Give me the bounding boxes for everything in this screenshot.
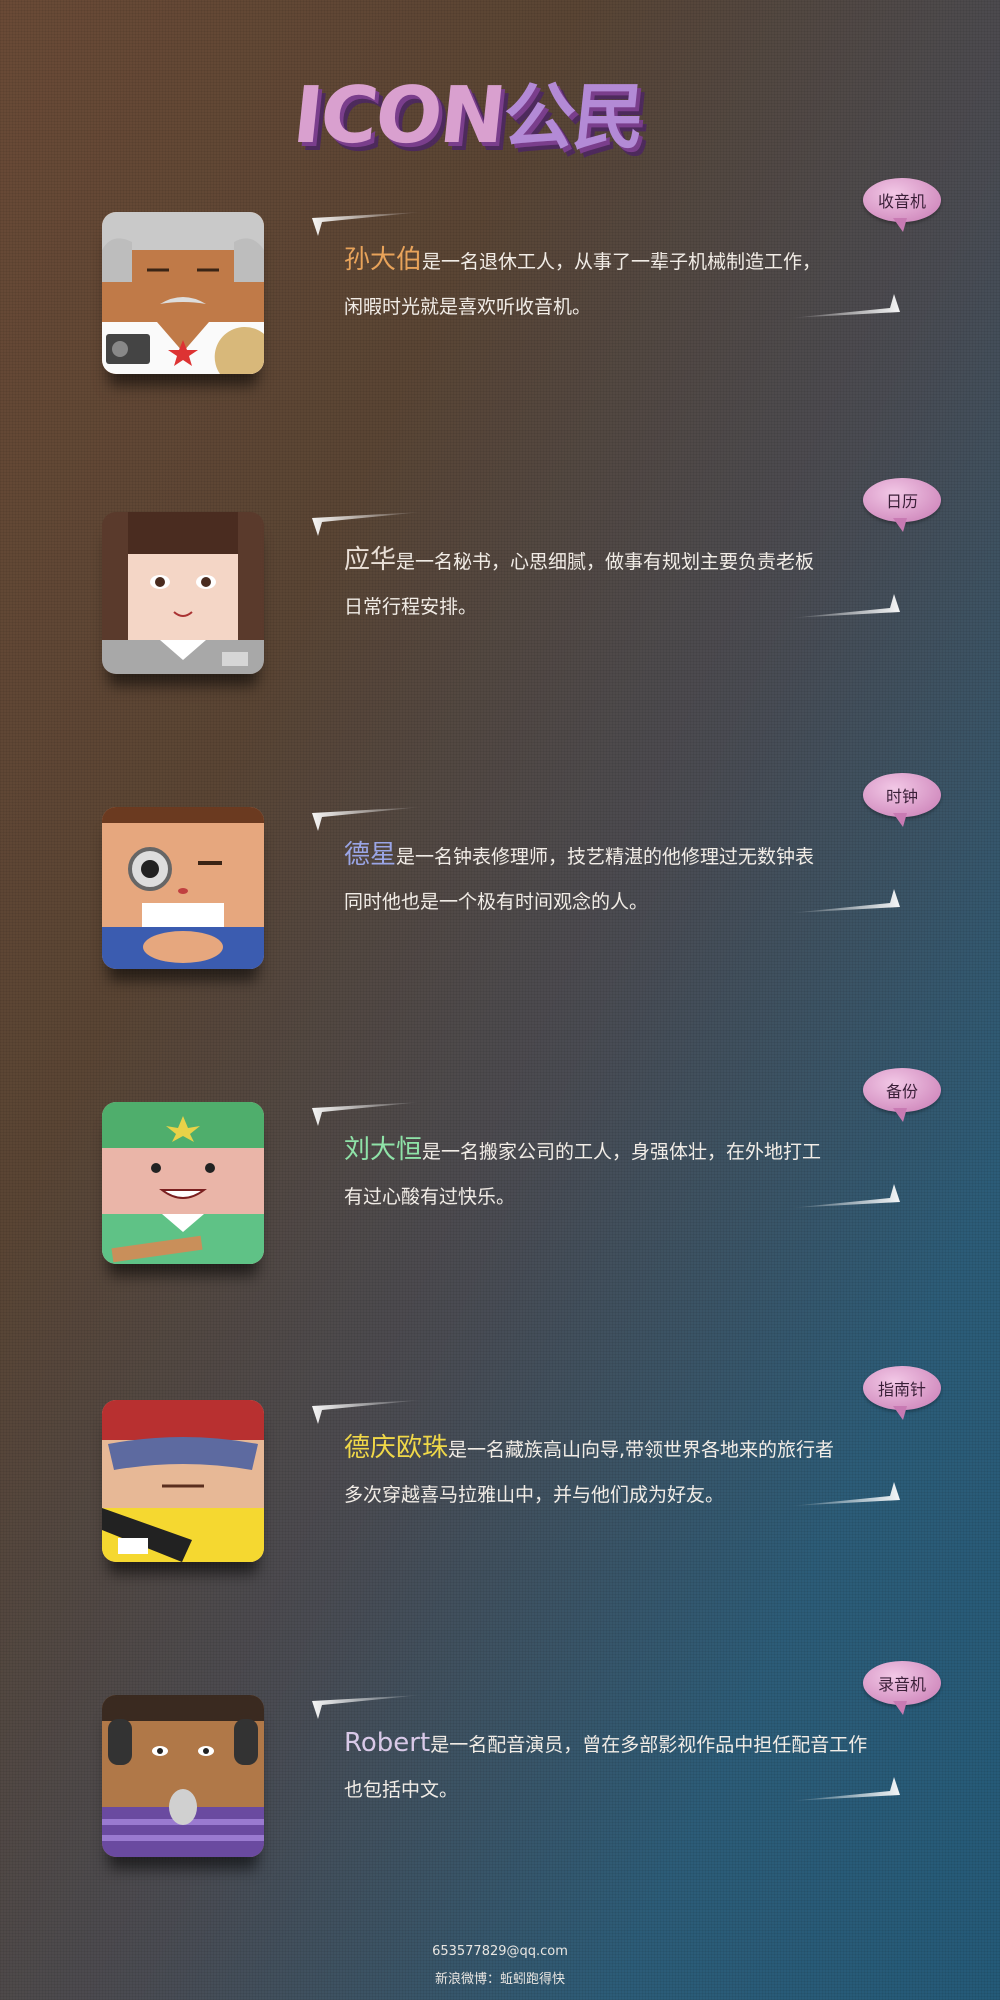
voice-actor-recorder-icon: [102, 1695, 264, 1857]
description-line-2: 也包括中文。: [344, 1779, 459, 1801]
tag-label: 收音机: [877, 192, 926, 211]
person-card: 指南针 德庆欧珠是一名藏族高山向导,带领世界各地来的旅行者 多次穿越喜马拉雅山中…: [0, 1366, 1000, 1628]
mountain-guide-compass-icon: [102, 1400, 264, 1562]
description-line-2: 多次穿越喜马拉雅山中，并与他们成为好友。: [344, 1484, 725, 1506]
description-line-2: 同时他也是一个极有时间观念的人。: [344, 891, 649, 913]
person-name: 德庆欧珠: [344, 1433, 449, 1463]
tag-label: 指南针: [877, 1380, 926, 1399]
tag-bubble: 录音机: [863, 1661, 941, 1715]
logo-latin: ICON: [288, 71, 509, 161]
quote-close-icon: [790, 1184, 900, 1208]
description-line-2: 日常行程安排。: [344, 596, 478, 618]
logo-cn: 公民: [498, 75, 648, 159]
quote-close-icon: [790, 594, 900, 618]
description-line-1: 是一名退休工人，从事了一辈子机械制造工作，: [422, 251, 822, 273]
person-card: 日历 应华是一名秘书，心思细腻，做事有规划主要负责老板 日常行程安排。: [0, 478, 1000, 740]
old-man-radio-icon: [102, 212, 264, 374]
mover-backup-icon: [102, 1102, 264, 1264]
watchmaker-clock-icon: [102, 807, 264, 969]
description-line-1: 是一名藏族高山向导,带领世界各地来的旅行者: [448, 1439, 835, 1461]
quote-close-icon: [790, 889, 900, 913]
tag-label: 录音机: [877, 1675, 926, 1694]
description-line-1: 是一名钟表修理师，技艺精湛的他修理过无数钟表: [396, 846, 815, 868]
tag-bubble: 指南针: [863, 1366, 941, 1420]
person-card: 收音机 孙大伯是一名退休工人，从事了一辈子机械制造工作， 闲暇时光就是喜欢听收音…: [0, 178, 1000, 440]
description-line-2: 闲暇时光就是喜欢听收音机。: [344, 296, 592, 318]
tag-bubble: 备份: [863, 1068, 941, 1122]
person-card: 时钟 德星是一名钟表修理师，技艺精湛的他修理过无数钟表 同时他也是一个极有时间观…: [0, 773, 1000, 1035]
logo: ICON公民: [289, 58, 719, 161]
footer-weibo: 新浪微博：蚯蚓跑得快: [434, 1972, 565, 1987]
tag-bubble: 收音机: [863, 178, 941, 232]
person-name: 刘大恒: [344, 1135, 423, 1165]
person-name: 德星: [344, 840, 397, 870]
description-line-1: 是一名配音演员，曾在多部影视作品中担任配音工作: [430, 1734, 868, 1756]
tag-bubble: 日历: [863, 478, 941, 532]
person-name: 应华: [344, 545, 397, 575]
description-line-2: 有过心酸有过快乐。: [344, 1186, 516, 1208]
person-name: Robert: [344, 1728, 431, 1758]
quote-close-icon: [790, 1777, 900, 1801]
description-line-1: 是一名秘书，心思细腻，做事有规划主要负责老板: [396, 551, 815, 573]
person-name: 孙大伯: [344, 245, 423, 275]
tag-bubble: 时钟: [863, 773, 941, 827]
secretary-calendar-icon: [102, 512, 264, 674]
description-line-1: 是一名搬家公司的工人，身强体壮，在外地打工: [422, 1141, 822, 1163]
footer-email: 653577829@qq.com: [432, 1944, 568, 1959]
quote-close-icon: [790, 294, 900, 318]
tag-label: 日历: [885, 492, 918, 511]
person-card: 备份 刘大恒是一名搬家公司的工人，身强体壮，在外地打工 有过心酸有过快乐。: [0, 1068, 1000, 1330]
quote-close-icon: [790, 1482, 900, 1506]
person-card: 录音机 Robert是一名配音演员，曾在多部影视作品中担任配音工作 也包括中文。: [0, 1661, 1000, 1923]
tag-label: 备份: [885, 1082, 918, 1101]
tag-label: 时钟: [885, 787, 918, 806]
